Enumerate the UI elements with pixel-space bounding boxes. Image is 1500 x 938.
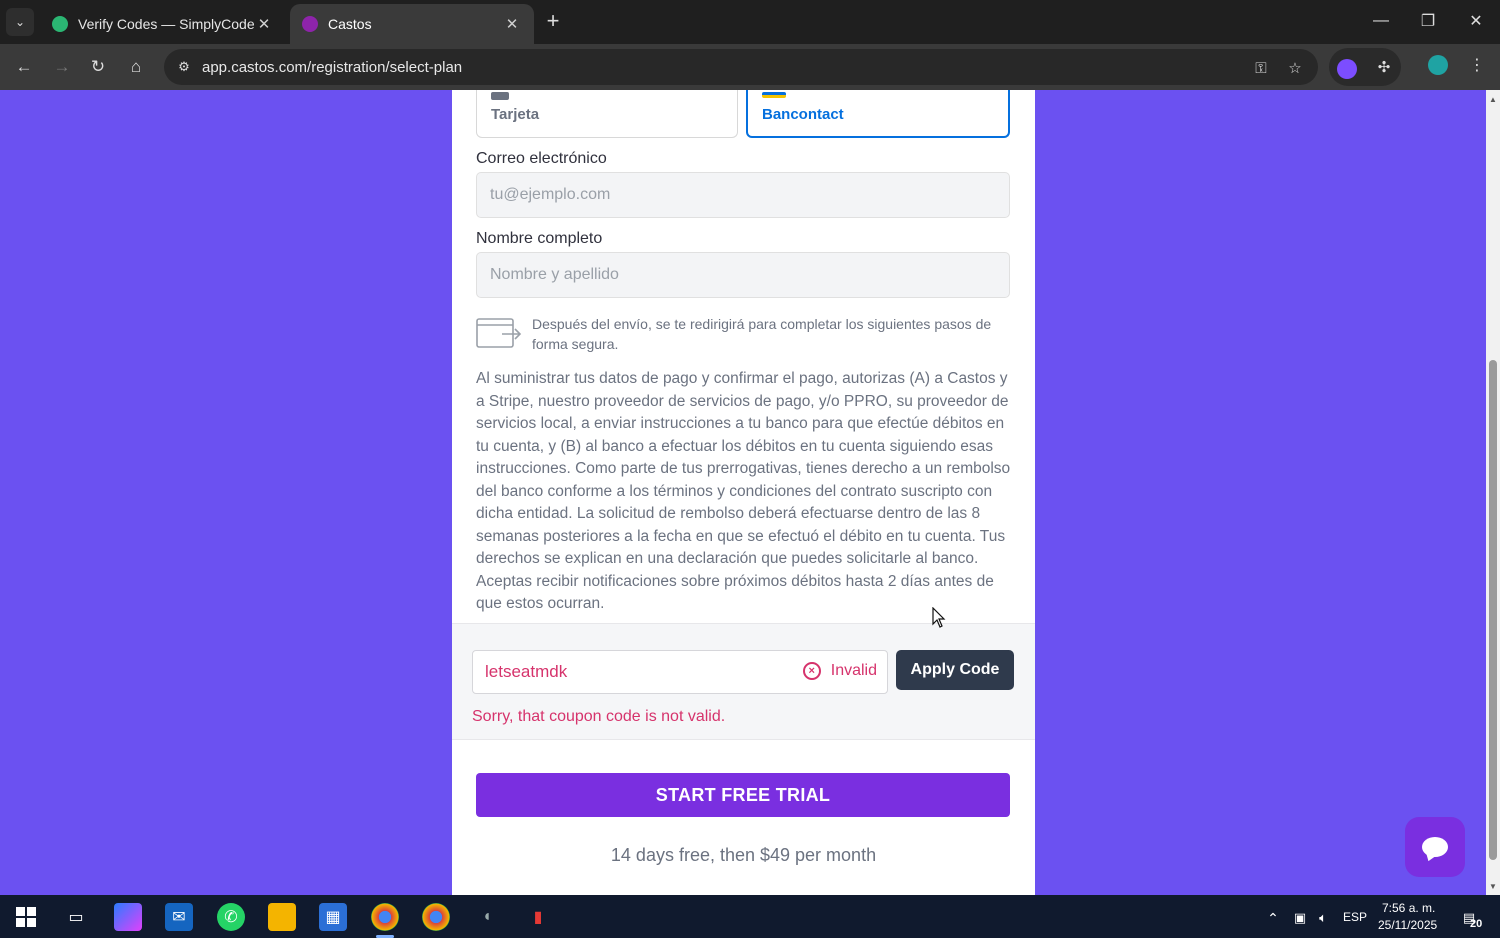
- clock-date[interactable]: 25/11/2025: [1378, 918, 1437, 932]
- input-language[interactable]: ESP: [1343, 910, 1367, 924]
- chrome-icon[interactable]: [371, 903, 399, 931]
- tray-chevron-up-icon[interactable]: ⌃: [1259, 904, 1287, 932]
- email-field[interactable]: [476, 172, 1010, 218]
- sepa-mandate-text: Al suministrar tus datos de pago y confi…: [476, 370, 1011, 612]
- redirect-browser-icon: [476, 318, 522, 348]
- back-arrow-icon[interactable]: ←: [10, 53, 38, 81]
- tab-simplycodes[interactable]: Verify Codes — SimplyCodes ✕: [40, 4, 286, 44]
- chrome-profile-icon[interactable]: [422, 903, 450, 931]
- apply-code-button[interactable]: Apply Code: [896, 650, 1014, 690]
- start-free-trial-button[interactable]: START FREE TRIAL: [476, 773, 1010, 817]
- pricing-note: 14 days free, then $49 per month: [610, 845, 877, 865]
- scroll-up-arrow-icon[interactable]: ▲: [1486, 92, 1500, 106]
- simplycodes-favicon-icon: [52, 16, 68, 32]
- checkout-card: Tarjeta Bancontact Correo electrónico No…: [452, 90, 1035, 895]
- coupon-status-text: Invalid: [830, 662, 877, 679]
- window-close-icon[interactable]: ✕: [1461, 8, 1491, 34]
- full-name-label: Nombre completo: [476, 230, 603, 247]
- reload-icon[interactable]: ↻: [84, 53, 112, 81]
- bookmark-star-icon[interactable]: ☆: [1284, 57, 1306, 79]
- browser-menu-icon[interactable]: ⋮: [1466, 55, 1488, 79]
- microsoft-store-icon[interactable]: ▦: [319, 903, 347, 931]
- forward-arrow-icon[interactable]: →: [48, 53, 76, 81]
- browser-tab-bar: ⌄ Verify Codes — SimplyCodes ✕ Castos ✕ …: [0, 0, 1500, 44]
- restore-icon[interactable]: ❐: [1413, 8, 1443, 34]
- profile-avatar-icon[interactable]: [1428, 55, 1448, 75]
- coupon-code-input[interactable]: [485, 651, 785, 693]
- payment-method-bancontact[interactable]: Bancontact: [746, 90, 1010, 138]
- volume-icon[interactable]: 🔈︎: [1309, 904, 1337, 932]
- close-tab-icon[interactable]: ✕: [254, 15, 274, 33]
- address-bar[interactable]: ⚙ app.castos.com/registration/select-pla…: [164, 49, 1318, 85]
- puzzle-extensions-icon[interactable]: ✣: [1373, 56, 1395, 78]
- coupon-field-wrapper: × Invalid: [472, 650, 888, 694]
- bancontact-logo-icon: [762, 92, 786, 98]
- pinned-app-icon[interactable]: ▮: [524, 903, 552, 931]
- full-name-field[interactable]: [476, 252, 1010, 298]
- clock-time[interactable]: 7:56 a. m.: [1382, 901, 1435, 915]
- castos-favicon-icon: [302, 16, 318, 32]
- page-scrollbar[interactable]: ▲ ▼: [1486, 90, 1500, 895]
- new-tab-icon[interactable]: +: [540, 8, 566, 34]
- tab-title: Verify Codes — SimplyCodes: [78, 16, 254, 32]
- email-label: Correo electrónico: [476, 150, 607, 167]
- mouse-cursor-icon: [932, 607, 946, 628]
- whatsapp-icon[interactable]: ✆: [217, 903, 245, 931]
- coupon-error-message: Sorry, that coupon code is not valid.: [472, 708, 726, 725]
- redirect-note: Después del envío, se te redirigirá para…: [532, 316, 992, 352]
- browser-toolbar: ← → ↻ ⌂ ⚙ app.castos.com/registration/se…: [0, 44, 1500, 90]
- credit-card-icon: [491, 92, 509, 100]
- mouse-app-icon[interactable]: ◖: [473, 903, 501, 931]
- invalid-x-circle-icon: ×: [802, 662, 821, 680]
- task-view-icon[interactable]: ▭: [62, 903, 90, 931]
- file-explorer-icon[interactable]: [268, 903, 296, 931]
- tab-castos[interactable]: Castos ✕: [290, 4, 534, 44]
- home-icon[interactable]: ⌂: [122, 53, 150, 81]
- payment-method-label: Bancontact: [762, 106, 844, 123]
- tab-title: Castos: [328, 16, 372, 32]
- extension-icon[interactable]: [1337, 59, 1357, 79]
- windows-taskbar: ▭ ✉ ✆ ▦ ◖ ▮ ⌃ ▣ 🔈︎ ESP 7:56 a. m. 25/11/…: [0, 895, 1500, 938]
- close-tab-icon[interactable]: ✕: [502, 15, 522, 33]
- scrollbar-thumb[interactable]: [1489, 360, 1497, 860]
- outlook-icon[interactable]: ✉: [165, 903, 193, 931]
- chat-bubble-icon: [1422, 837, 1448, 857]
- url-text: app.castos.com/registration/select-plan: [202, 58, 463, 76]
- password-key-icon[interactable]: ⚿: [1250, 57, 1272, 79]
- notification-count: 20: [1470, 918, 1483, 930]
- scroll-down-arrow-icon[interactable]: ▼: [1486, 879, 1500, 893]
- page-viewport: Tarjeta Bancontact Correo electrónico No…: [0, 90, 1486, 895]
- copilot-icon[interactable]: [114, 903, 142, 931]
- tab-search-menu-icon[interactable]: ⌄: [6, 8, 34, 36]
- extensions-group: ✣: [1329, 48, 1401, 86]
- minimize-icon[interactable]: —: [1366, 8, 1396, 34]
- payment-method-label: Tarjeta: [491, 106, 540, 123]
- chat-widget-button[interactable]: [1405, 817, 1465, 877]
- payment-method-tarjeta[interactable]: Tarjeta: [476, 90, 738, 138]
- coupon-section: × Invalid Apply Code Sorry, that coupon …: [452, 623, 1035, 740]
- site-settings-icon[interactable]: ⚙: [174, 57, 194, 77]
- windows-start-icon[interactable]: [12, 903, 40, 931]
- coupon-status: × Invalid: [802, 662, 877, 680]
